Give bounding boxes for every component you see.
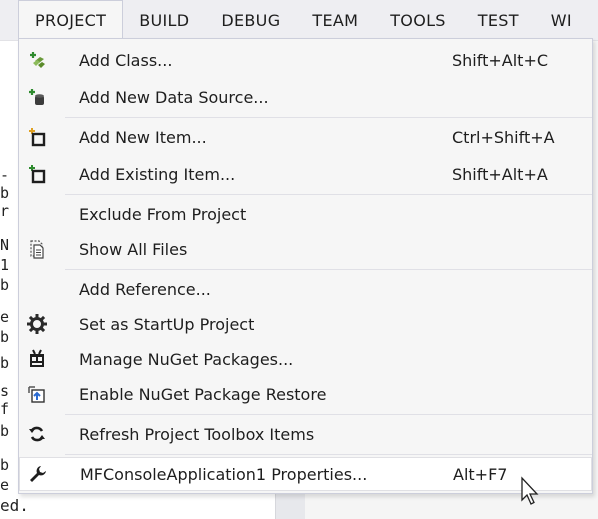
menu-item-shortcut: Shift+Alt+A: [452, 164, 548, 184]
wrench-icon: [26, 462, 50, 486]
mouse-cursor-icon: [520, 476, 542, 510]
add-data-source-icon: [25, 85, 49, 109]
menu-item-set-startup-project[interactable]: Set as StartUp Project: [19, 307, 592, 341]
project-menu-dropdown: Add Class... Shift+Alt+C Add New Data So…: [18, 38, 593, 494]
menu-item-label: Exclude From Project: [79, 204, 247, 224]
menu-item-label: Add New Item...: [79, 127, 207, 147]
code-char: e: [0, 476, 10, 494]
menu-item-label: Set as StartUp Project: [79, 314, 255, 334]
code-char: r: [0, 202, 10, 220]
menu-item-shortcut: Alt+F7: [453, 464, 508, 484]
add-new-item-icon: [25, 125, 49, 149]
menu-separator: [65, 269, 592, 270]
menu-item-add-new-item[interactable]: Add New Item... Ctrl+Shift+A: [19, 120, 592, 154]
menu-item-label: Show All Files: [79, 239, 188, 259]
menu-item-label: Refresh Project Toolbox Items: [79, 424, 315, 444]
nuget-icon: [25, 347, 49, 371]
add-existing-item-icon: [25, 162, 49, 186]
code-char: e: [0, 308, 10, 326]
menu-item-add-reference[interactable]: Add Reference...: [19, 272, 592, 306]
code-char: b: [0, 422, 10, 440]
menu-project[interactable]: PROJECT: [18, 0, 124, 40]
menu-item-shortcut: Shift+Alt+C: [452, 50, 549, 70]
code-char: b: [0, 354, 10, 372]
code-char: s: [0, 382, 10, 400]
menu-bar: PROJECT BUILD DEBUG TEAM TOOLS TEST WI: [0, 0, 598, 41]
menu-test[interactable]: TEST: [462, 0, 535, 40]
menu-item-add-existing-item[interactable]: Add Existing Item... Shift+Alt+A: [19, 157, 592, 191]
menu-tools[interactable]: TOOLS: [374, 0, 462, 40]
menu-item-label: Manage NuGet Packages...: [79, 349, 294, 369]
menu-item-exclude-from-project[interactable]: Exclude From Project: [19, 197, 592, 231]
gear-icon: [25, 312, 49, 336]
menu-separator: [65, 454, 592, 455]
menu-item-label: Enable NuGet Package Restore: [79, 384, 327, 404]
show-all-files-icon: [25, 237, 49, 261]
menu-item-label: Add Reference...: [79, 279, 211, 299]
code-char: 1: [0, 256, 10, 274]
code-char: f: [0, 400, 10, 418]
menu-separator: [65, 117, 592, 118]
package-restore-icon: [25, 382, 49, 406]
menu-item-show-all-files[interactable]: Show All Files: [19, 232, 592, 266]
menu-item-refresh-toolbox-items[interactable]: Refresh Project Toolbox Items: [19, 417, 592, 451]
menu-item-shortcut: Ctrl+Shift+A: [452, 127, 555, 147]
menu-item-enable-nuget-package-restore[interactable]: Enable NuGet Package Restore: [19, 377, 592, 411]
menu-team[interactable]: TEAM: [296, 0, 374, 40]
add-class-icon: [25, 48, 49, 72]
code-char: -: [0, 166, 10, 184]
menu-item-label: MFConsoleApplication1 Properties...: [80, 464, 368, 484]
menu-item-manage-nuget-packages[interactable]: Manage NuGet Packages...: [19, 342, 592, 376]
code-char: b: [0, 184, 10, 202]
menu-window[interactable]: WI: [535, 0, 588, 40]
menu-item-label: Add Existing Item...: [79, 164, 236, 184]
menu-item-label: Add New Data Source...: [79, 87, 269, 107]
menu-separator: [65, 414, 592, 415]
menu-debug[interactable]: DEBUG: [205, 0, 296, 40]
menu-item-add-new-data-source[interactable]: Add New Data Source...: [19, 80, 592, 114]
refresh-icon: [25, 422, 49, 446]
code-char: N: [0, 236, 10, 254]
menu-item-project-properties[interactable]: MFConsoleApplication1 Properties... Alt+…: [19, 457, 592, 491]
menu-item-label: Add Class...: [79, 50, 173, 70]
code-last-line: ed.: [0, 496, 29, 515]
code-char: b: [0, 328, 10, 346]
menu-item-add-class[interactable]: Add Class... Shift+Alt+C: [19, 43, 592, 77]
code-char: b: [0, 456, 10, 474]
menu-separator: [65, 194, 592, 195]
code-char: b: [0, 276, 10, 294]
menu-build[interactable]: BUILD: [123, 0, 205, 40]
